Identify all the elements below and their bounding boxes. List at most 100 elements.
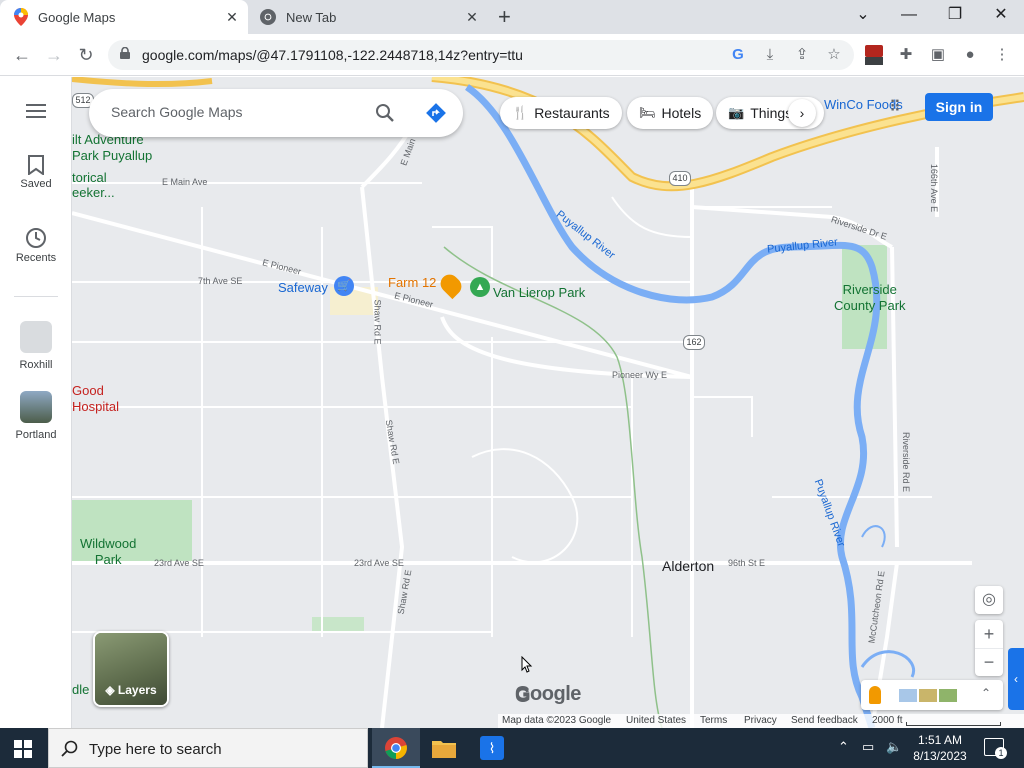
restaurant-icon: 🍴: [512, 105, 529, 120]
privacy-link[interactable]: Privacy: [744, 715, 777, 726]
scale-label[interactable]: 2000 ft: [872, 715, 903, 726]
shopping-cart-icon[interactable]: 🛒: [334, 276, 354, 296]
sidebar-item-label: Saved: [20, 178, 52, 190]
map-label-alderton[interactable]: Alderton: [662, 558, 714, 574]
sidebar-item-label: Roxhill: [19, 359, 53, 371]
taskbar-app-generic[interactable]: ⌇: [468, 728, 516, 768]
taskbar-search-placeholder: Type here to search: [89, 741, 222, 758]
map-label-good-hospital[interactable]: Good Hospital: [72, 383, 119, 415]
search-icon[interactable]: [375, 103, 395, 123]
back-arrow-icon[interactable]: ←: [10, 43, 34, 67]
my-location-icon[interactable]: ◎: [975, 586, 1003, 614]
camera-icon: 📷: [728, 105, 745, 120]
maps-side-rail: Saved Recents Roxhill Portland: [0, 77, 72, 728]
tab-search-chevron-icon[interactable]: ⌄: [840, 4, 886, 26]
bookmark-star-icon[interactable]: ☆: [824, 45, 844, 65]
layers-button[interactable]: ◈ Layers: [93, 631, 169, 707]
sidebar-item-portland[interactable]: Portland: [0, 391, 72, 441]
apps-grid-icon[interactable]: ⠿: [886, 99, 904, 117]
sign-in-button[interactable]: Sign in: [925, 93, 993, 121]
map-label-van-lierop[interactable]: Van Lierop Park: [493, 285, 585, 300]
sidebar-item-roxhill[interactable]: Roxhill: [0, 321, 72, 371]
zoom-out-icon[interactable]: −: [975, 648, 1003, 676]
extensions-puzzle-icon[interactable]: ✚: [896, 45, 916, 65]
volume-icon[interactable]: 🔈: [886, 739, 902, 755]
browser-tab-strip: Google Maps ✕ New Tab ✕ + ⌄ — ❐ ✕: [0, 0, 1024, 34]
map-label-7th-ave: 7th Ave SE: [198, 276, 243, 286]
bookmark-icon: [28, 155, 44, 176]
sidebar-item-recents[interactable]: Recents: [0, 227, 72, 264]
collapse-panel-chevron-icon[interactable]: ‹: [1008, 648, 1024, 710]
map-thumb-street[interactable]: [939, 689, 957, 702]
park-tree-icon[interactable]: ▲: [470, 277, 490, 297]
maps-pin-icon: [14, 8, 28, 26]
extension-badge-icon[interactable]: [864, 44, 884, 66]
minimize-icon[interactable]: —: [886, 4, 932, 26]
chip-label: Things: [750, 105, 793, 121]
send-feedback-link[interactable]: Send feedback: [791, 715, 858, 726]
layers-stack-icon: ◈: [105, 683, 118, 697]
taskbar-file-explorer-app[interactable]: [420, 728, 468, 768]
route-162-shield: 162: [683, 335, 705, 350]
side-panel-icon[interactable]: ▣: [928, 45, 948, 65]
forward-arrow-icon[interactable]: →: [42, 43, 66, 67]
windows-taskbar: Type here to search ⌇ ⌃ ▭ 🔈 1:51 AM 8/13…: [0, 728, 1024, 768]
activity-app-icon: ⌇: [480, 736, 504, 760]
map-label-historical[interactable]: torical eeker...: [72, 170, 115, 200]
scale-bar: [906, 722, 1001, 726]
search-input[interactable]: Search Google Maps: [111, 104, 243, 120]
map-label-e-main-ave: E Main Ave: [162, 177, 208, 187]
reload-icon[interactable]: ↻: [74, 43, 98, 67]
taskbar-search-box[interactable]: Type here to search: [48, 728, 368, 768]
map-label-riverside-park[interactable]: Riverside County Park: [834, 282, 906, 314]
browser-toolbar: ← → ↻ google.com/maps/@47.1791108,-122.2…: [0, 34, 1024, 76]
network-icon[interactable]: ▭: [862, 739, 874, 755]
share-icon[interactable]: ⇪: [792, 45, 812, 65]
map-canvas[interactable]: G ilt Adventure Park Puyallup torical ee…: [72, 77, 1024, 728]
hamburger-menu-icon[interactable]: [0, 103, 72, 122]
small-park-area: [312, 617, 364, 633]
terms-link[interactable]: Terms: [700, 715, 727, 726]
zoom-in-icon[interactable]: +: [975, 620, 1003, 648]
more-menu-icon[interactable]: ⋮: [992, 45, 1012, 65]
map-label-safeway[interactable]: Safeway: [278, 280, 328, 295]
chip-label: Restaurants: [534, 105, 610, 121]
chip-hotels[interactable]: 🛏 Hotels: [627, 97, 714, 129]
map-thumb-satellite[interactable]: [919, 689, 937, 702]
notification-center-icon[interactable]: 1: [984, 738, 1007, 759]
taskbar-chrome-app[interactable]: [372, 728, 420, 768]
map-thumb-terrain[interactable]: [899, 689, 917, 702]
close-tab-icon[interactable]: ✕: [224, 9, 240, 25]
expand-chevron-icon[interactable]: ⌃: [981, 686, 991, 700]
rail-divider: [14, 296, 58, 297]
map-label-23rd-ave-2: 23rd Ave SE: [354, 558, 404, 568]
map-label-96th-st: 96th St E: [728, 558, 766, 568]
google-lens-icon[interactable]: G: [728, 45, 748, 65]
sidebar-item-label: Recents: [15, 252, 57, 264]
chips-next-chevron-icon[interactable]: ›: [788, 99, 816, 127]
chrome-icon: [385, 737, 407, 759]
restore-icon[interactable]: ❐: [932, 4, 978, 26]
tray-up-chevron-icon[interactable]: ⌃: [838, 739, 849, 755]
close-window-icon[interactable]: ✕: [978, 4, 1024, 26]
chip-restaurants[interactable]: 🍴 Restaurants: [500, 97, 622, 129]
install-app-icon[interactable]: ⤓: [760, 45, 780, 65]
sidebar-item-saved[interactable]: Saved: [0, 155, 72, 190]
tab-new-tab[interactable]: New Tab ✕: [250, 0, 488, 34]
directions-icon[interactable]: [425, 102, 447, 124]
map-label-riverside-rd: Riverside Rd E: [901, 431, 912, 493]
pegman-icon[interactable]: [869, 686, 881, 704]
hotel-icon: 🛏: [639, 105, 656, 120]
profile-avatar-icon[interactable]: ●: [960, 45, 980, 65]
country-link[interactable]: United States: [626, 715, 686, 726]
new-tab-plus-icon[interactable]: +: [498, 4, 511, 30]
maps-search-box[interactable]: Search Google Maps: [89, 89, 463, 137]
taskbar-clock[interactable]: 1:51 AM 8/13/2023: [906, 732, 974, 764]
windows-start-icon[interactable]: [14, 740, 32, 758]
map-label-wildwood-park[interactable]: Wildwood Park: [80, 536, 136, 568]
map-label-farm12[interactable]: Farm 12: [388, 275, 436, 290]
folder-icon: [432, 741, 456, 758]
place-thumbnail: [20, 321, 52, 353]
close-tab-icon[interactable]: ✕: [464, 9, 480, 25]
tab-google-maps[interactable]: Google Maps ✕: [0, 0, 248, 34]
